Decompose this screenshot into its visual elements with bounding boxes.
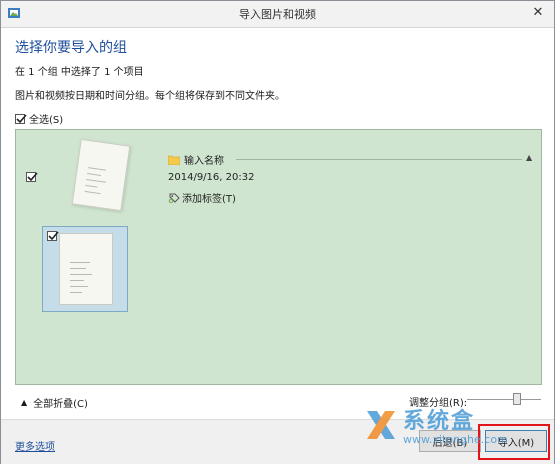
watermark-text: 系统盒: [403, 409, 476, 434]
slider-track: [467, 399, 541, 400]
checkmark-icon: [27, 172, 38, 182]
more-options-link[interactable]: 更多选项: [15, 438, 55, 453]
close-icon[interactable]: ✕: [533, 5, 544, 20]
photo-checkbox[interactable]: [47, 231, 59, 241]
checkbox-box[interactable]: [15, 113, 27, 124]
group-checkbox[interactable]: [26, 172, 38, 182]
group-date: 2014/9/16, 20:32: [168, 172, 255, 183]
select-all-checkbox[interactable]: 全选(S): [15, 111, 63, 126]
document-preview: [75, 166, 126, 197]
watermark-logo: 系统盒 www.xitonghe.com: [363, 401, 553, 461]
group-name-input[interactable]: 输入名称: [184, 152, 224, 167]
checkmark-icon: [48, 231, 59, 241]
chevron-up-icon: ▲: [21, 398, 28, 407]
selection-info: 在 1 个组 中选择了 1 个项目: [15, 67, 144, 78]
photo-preview: [59, 233, 113, 305]
import-group-panel: 输入名称 ▲ 2014/9/16, 20:32 添加标签(T): [15, 129, 542, 385]
close-button[interactable]: ✕: [528, 4, 548, 22]
collapse-all-button[interactable]: ▲ 全部折叠(C): [21, 395, 88, 410]
watermark-x-icon: [367, 411, 395, 439]
grouping-info: 图片和视频按日期和时间分组。每个组将保存到不同文件夹。: [15, 91, 285, 102]
title-bar: 导入图片和视频 ✕: [1, 1, 554, 28]
tag-icon: [168, 193, 180, 203]
collapse-all-label: 全部折叠(C): [33, 399, 88, 410]
import-dialog-window: 导入图片和视频 ✕ 选择你要导入的组 在 1 个组 中选择了 1 个项目 图片和…: [0, 0, 555, 464]
page-heading: 选择你要导入的组: [15, 40, 127, 56]
folder-icon: [168, 155, 180, 165]
photo-thumbnail-selected[interactable]: [42, 226, 128, 312]
select-all-label: 全选(S): [29, 115, 64, 126]
checkmark-icon: [16, 113, 27, 123]
document-preview: [60, 262, 112, 293]
photo-thumbnail[interactable]: [71, 138, 131, 212]
add-tag-label: 添加标签(T): [182, 194, 236, 205]
watermark-url: www.xitonghe.com: [403, 433, 508, 446]
chevron-up-icon[interactable]: ▲: [526, 153, 532, 162]
add-tag-button[interactable]: 添加标签(T): [168, 190, 236, 205]
group-divider: [236, 159, 522, 160]
window-title: 导入图片和视频: [239, 8, 316, 21]
